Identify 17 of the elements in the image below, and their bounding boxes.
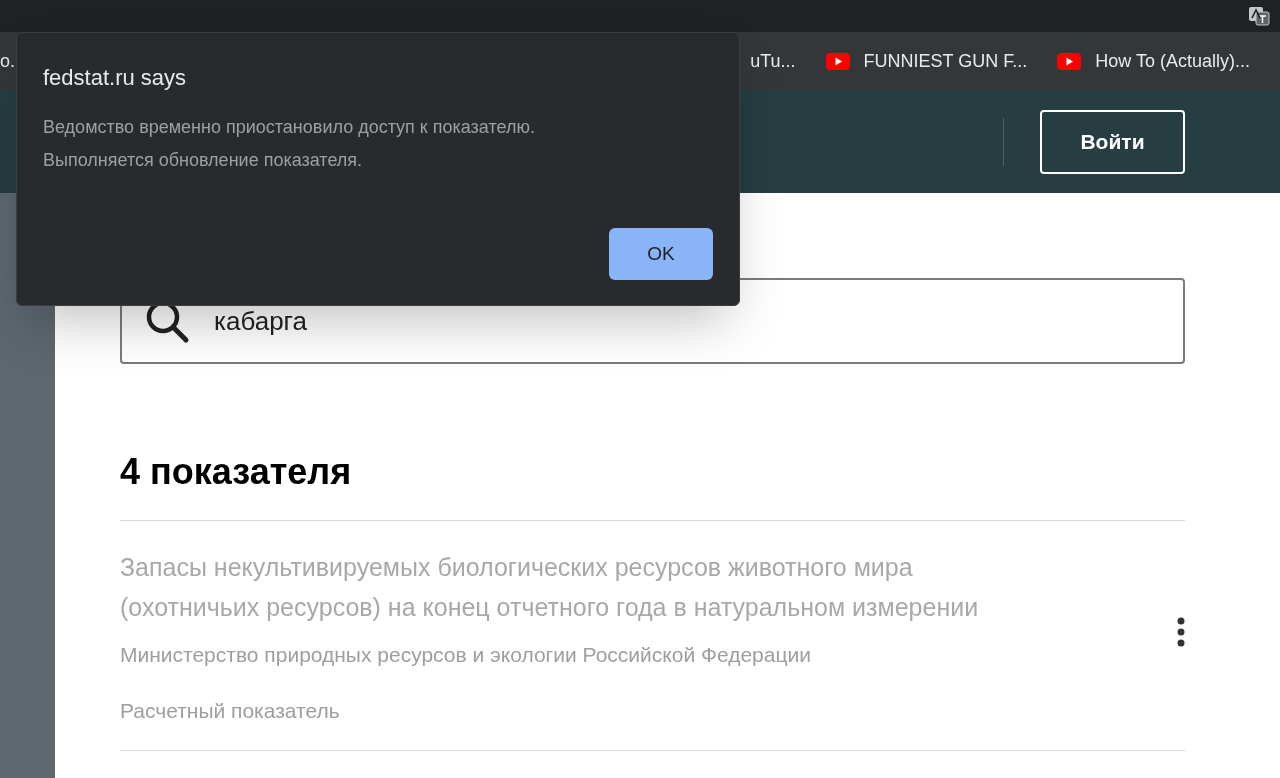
dialog-message: Выполняется обновление показателя. [43,149,364,172]
more-options-icon[interactable] [1177,616,1185,647]
login-button[interactable]: Войти [1040,109,1185,174]
ok-button[interactable]: OK [609,228,713,280]
search-value: кабарга [214,304,307,338]
video-play-icon [825,52,850,70]
bookmark-item[interactable]: How To (Actually)... [1057,47,1250,75]
translate-icon[interactable] [1248,6,1270,26]
bookmark-item[interactable]: FUNNIEST GUN F... [825,47,1028,75]
agency-text: Министерство природных ресурсов и экологии Российской Федерации [120,642,812,668]
dialog-message: Ведомство временно приостановило доступ к показателю. [43,116,536,139]
bookmark-item[interactable]: o. [0,47,15,75]
video-play-icon [1057,52,1082,70]
bookmark-item[interactable]: uTu... [750,47,796,75]
results-heading: 4 показателя [120,450,353,494]
dialog-title: fedstat.ru says [43,64,188,92]
indicator-type: Расчетный показатель [120,697,341,724]
